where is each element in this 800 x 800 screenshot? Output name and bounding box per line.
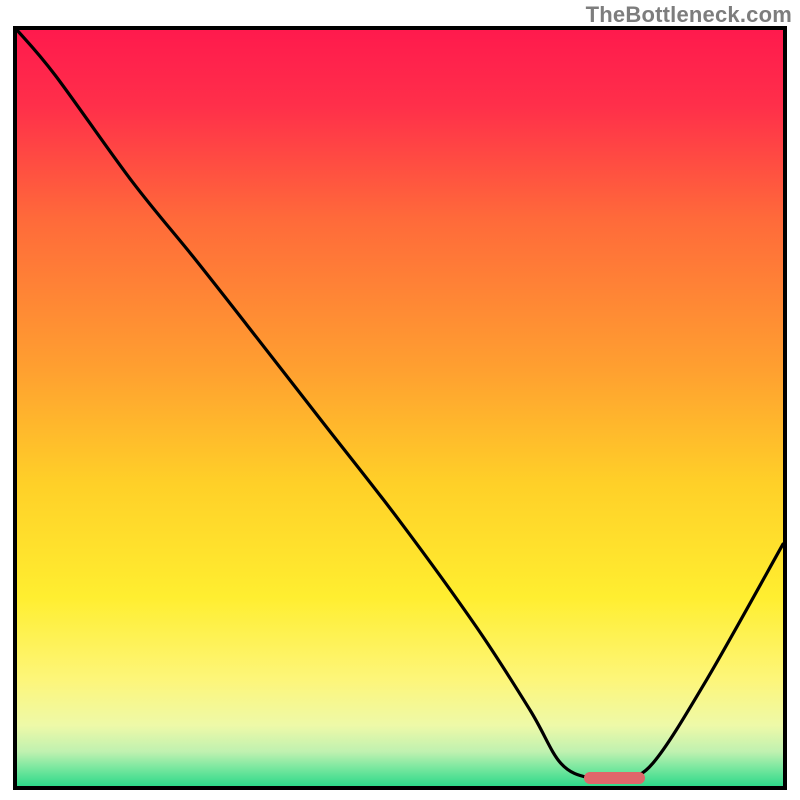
plot-frame (13, 26, 787, 790)
chart-container: TheBottleneck.com (0, 0, 800, 800)
watermark-text: TheBottleneck.com (586, 2, 792, 28)
optimal-range-marker (584, 772, 645, 784)
bottleneck-curve (17, 30, 783, 786)
